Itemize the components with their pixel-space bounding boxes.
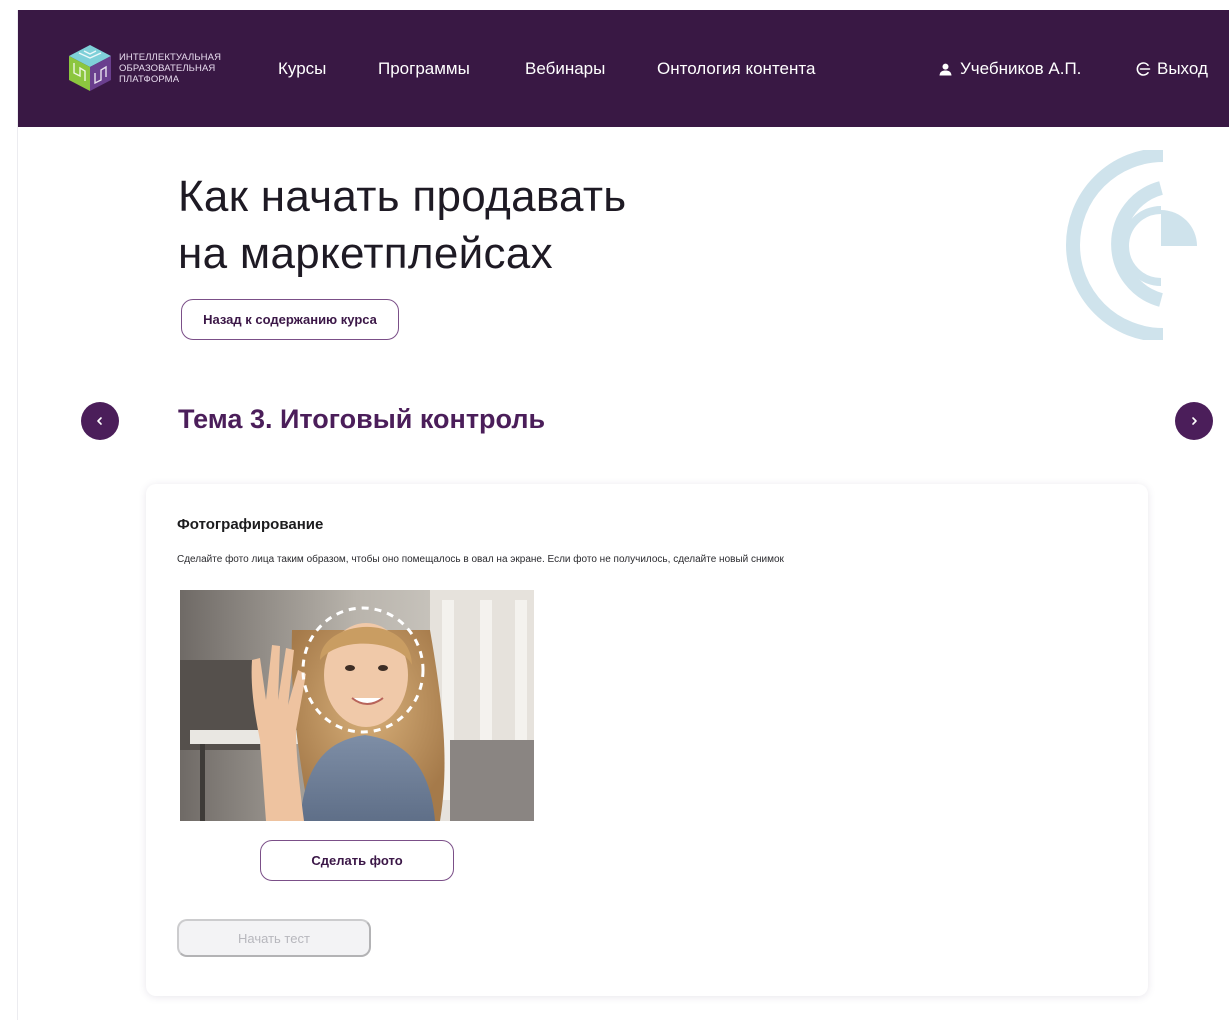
- next-topic-button[interactable]: [1175, 402, 1213, 440]
- photo-capture-card: Фотографирование Сделайте фото лица таки…: [146, 484, 1148, 996]
- topic-title: Тема 3. Итоговый контроль: [178, 404, 546, 434]
- logout-icon: [1136, 62, 1151, 76]
- user-name: Учебников А.П.: [960, 59, 1082, 78]
- logo-cube-icon: [69, 45, 111, 91]
- take-photo-button[interactable]: Сделать фото: [260, 840, 454, 881]
- logout-button[interactable]: Выход: [1135, 58, 1208, 80]
- logo-line: образовательная: [119, 62, 216, 74]
- platform-logo[interactable]: Интеллектуальная образовательная платфор…: [67, 42, 227, 94]
- logo-text: Интеллектуальная образовательная платфор…: [119, 52, 221, 85]
- nav-item-content-ontology[interactable]: Онтология контента: [657, 58, 815, 80]
- nav-item-programs[interactable]: Программы: [378, 58, 470, 80]
- course-title-line: на маркетплейсах: [178, 229, 553, 278]
- user-icon: [939, 63, 952, 75]
- course-title-line: Как начать продавать: [178, 172, 627, 221]
- decorative-arc-graphic: [1066, 150, 1197, 340]
- chevron-right-icon: [1192, 417, 1197, 425]
- camera-preview-image: [180, 590, 534, 821]
- logo-line: Интеллектуальная: [119, 51, 222, 63]
- logo-line: платформа: [119, 73, 180, 85]
- start-test-button[interactable]: Начать тест: [177, 919, 371, 957]
- prev-topic-button[interactable]: [81, 402, 119, 440]
- chevron-left-icon: [97, 417, 102, 425]
- back-to-contents-button[interactable]: Назад к содержанию курса: [181, 299, 399, 340]
- camera-preview: [180, 590, 534, 821]
- nav-item-webinars[interactable]: Вебинары: [525, 58, 605, 80]
- page-frame: Интеллектуальная образовательная платфор…: [17, 10, 1229, 1020]
- logout-label: Выход: [1157, 59, 1208, 78]
- nav-item-courses[interactable]: Курсы: [278, 58, 326, 80]
- course-title: Как начать продавать на маркетплейсах: [178, 168, 878, 282]
- card-description: Сделайте фото лица таким образом, чтобы …: [177, 554, 784, 565]
- user-profile-link[interactable]: Учебников А.П.: [939, 58, 1081, 80]
- card-title: Фотографирование: [177, 516, 324, 533]
- top-header: Интеллектуальная образовательная платфор…: [18, 10, 1229, 127]
